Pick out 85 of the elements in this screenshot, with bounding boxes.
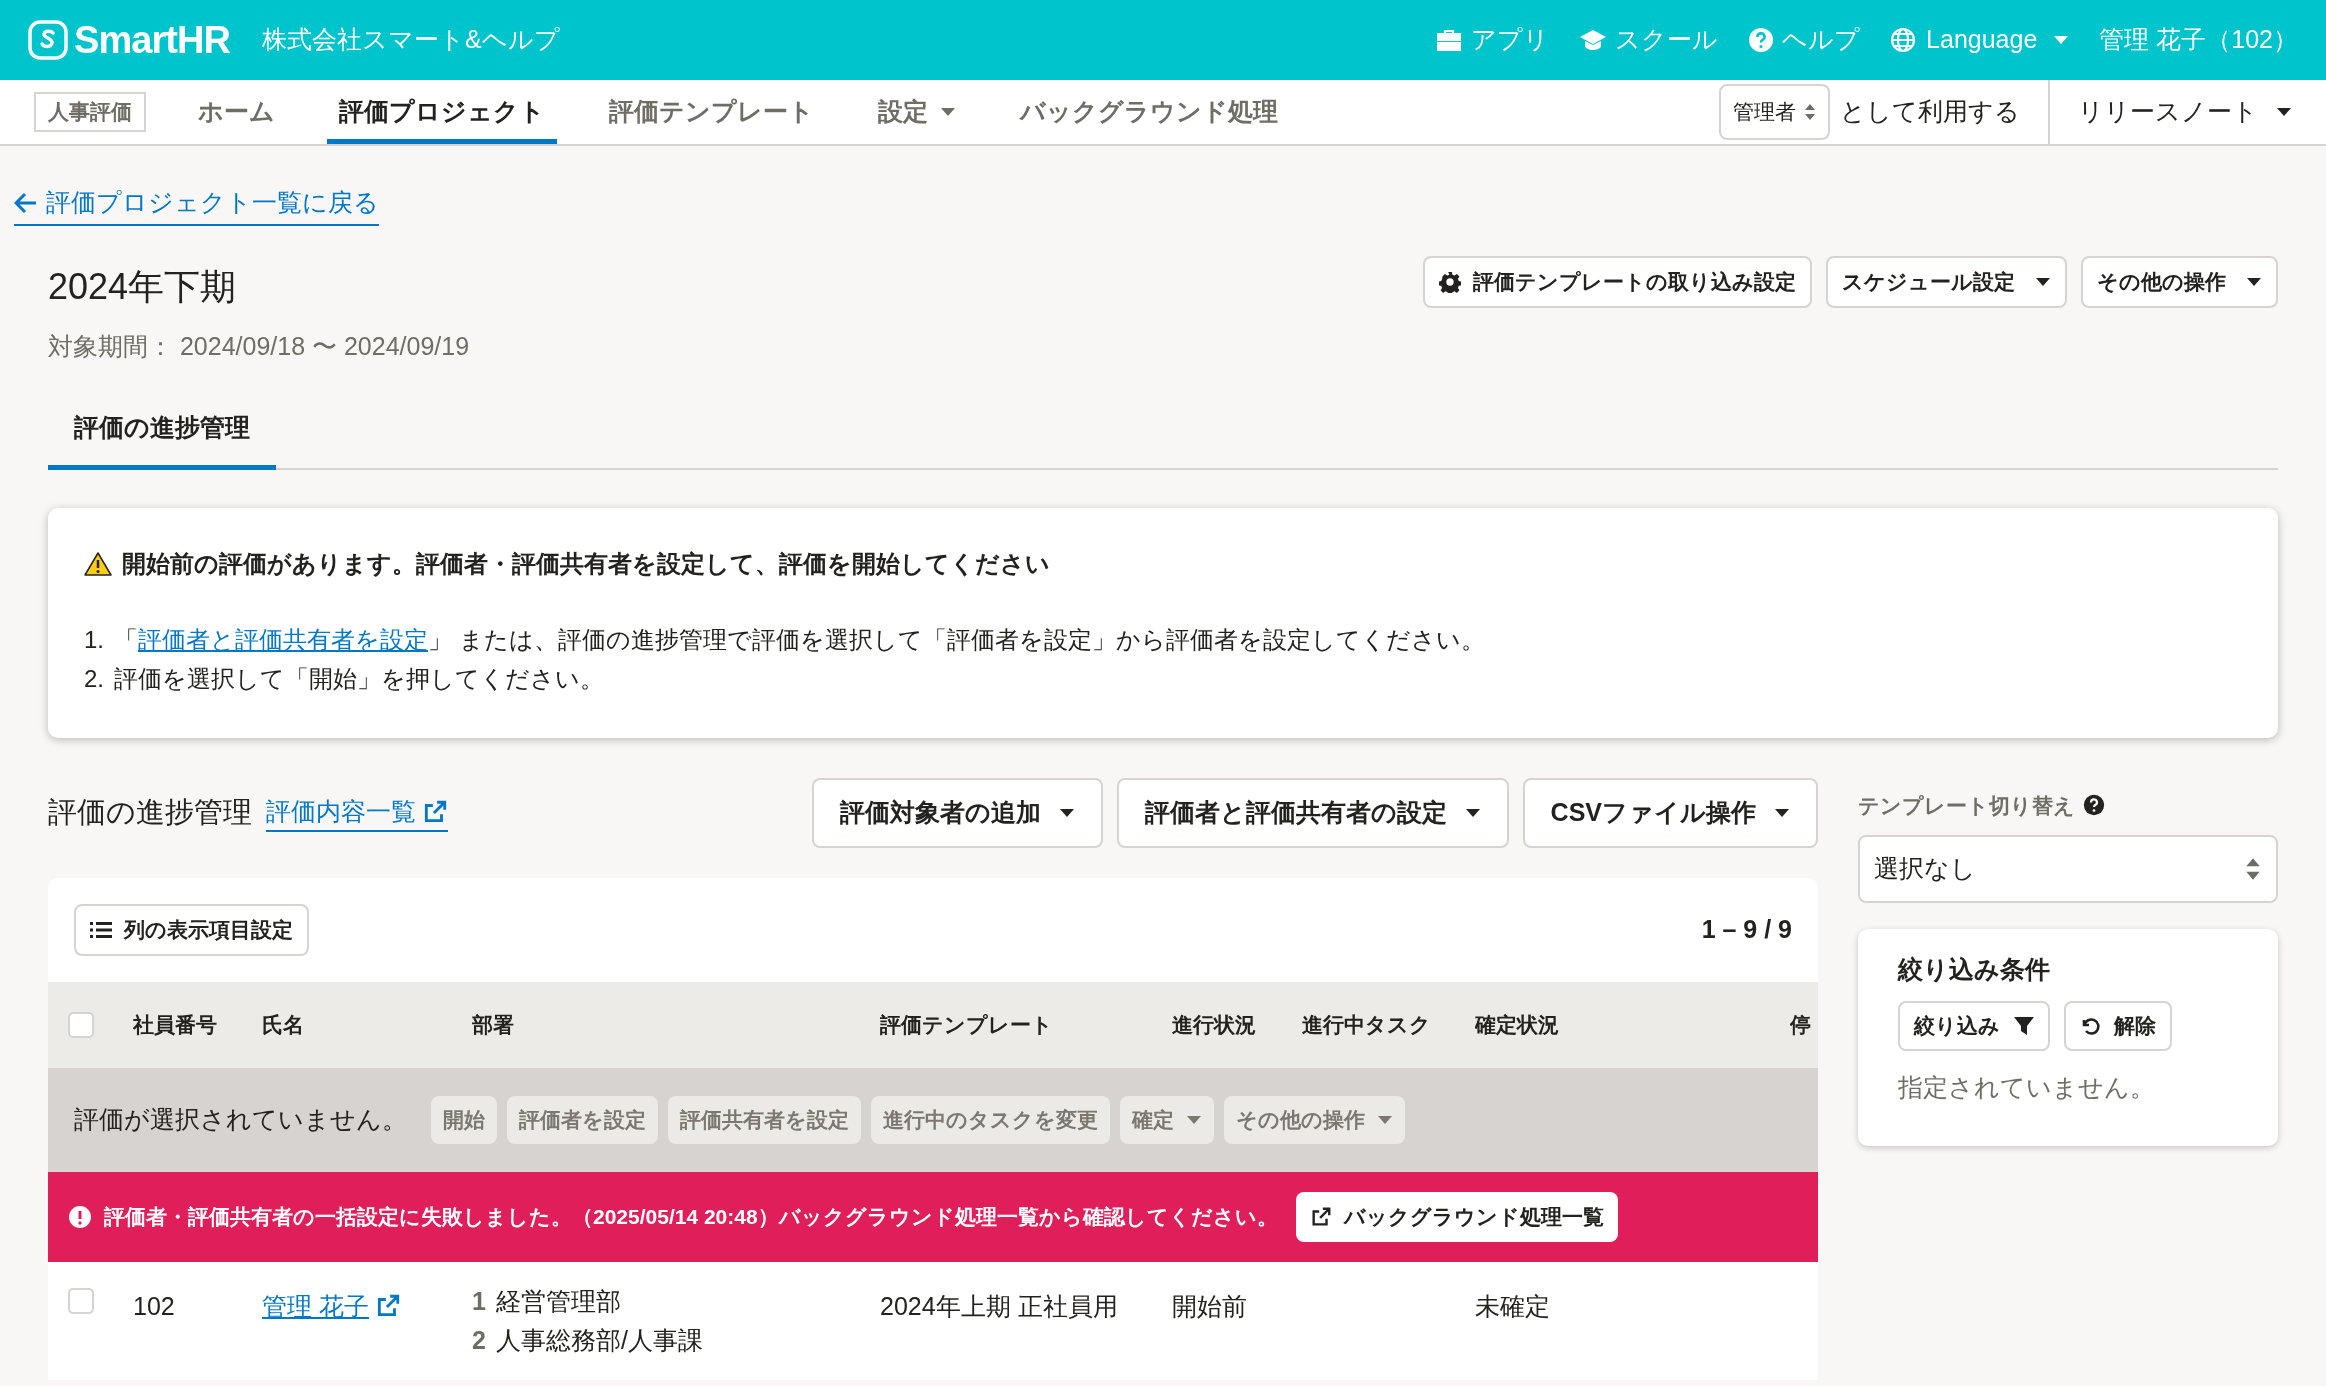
error-icon [68, 1204, 92, 1229]
column-header: 社員番号 [133, 1011, 218, 1038]
checkbox[interactable] [68, 1011, 94, 1038]
nav-tab[interactable]: バックグラウンド処理 [1008, 80, 1290, 144]
inline-link[interactable]: 評価者と評価共有者を設定 [138, 625, 428, 653]
gear-icon [1439, 270, 1461, 293]
release-notes-menu[interactable]: リリースノート [2078, 93, 2292, 131]
background-jobs-button[interactable]: バックグラウンド処理一覧 [1295, 1191, 1618, 1242]
filter-empty-text: 指定されていません。 [1898, 1071, 2156, 1103]
column-header: 進行中タスク [1302, 1011, 1432, 1038]
table-cell-text: 102 [133, 1290, 176, 1322]
back-link[interactable]: 評価プロジェクト一覧に戻る [14, 184, 379, 226]
help-icon [1748, 27, 1775, 53]
nav-tab[interactable]: 設定 [866, 80, 968, 144]
column-header: 進行状況 [1172, 1011, 1257, 1038]
logo-icon [28, 20, 68, 60]
filter-title: 絞り込み条件 [1898, 954, 2051, 985]
column-header: 評価テンプレート [880, 1011, 1054, 1038]
caret-icon [2246, 276, 2262, 287]
content-list-link[interactable]: 評価内容一覧 [266, 792, 448, 833]
section-title: 評価の進捗管理 [48, 794, 252, 830]
caret-icon [1464, 807, 1481, 818]
period-text: 対象期間： 2024/09/18 〜 2024/09/19 [48, 330, 470, 362]
table-cell-text: 2024年上期 正社員用 [880, 1290, 1119, 1322]
warning-title: 開始前の評価があります。評価者・評価共有者を設定して、評価を開始してください [122, 548, 1050, 579]
nav-tab[interactable]: ホーム [186, 80, 287, 144]
caret-icon [1377, 1114, 1393, 1125]
action-button[interactable]: 評価テンプレートの取り込み設定 [1423, 255, 1812, 308]
warning-icon [84, 550, 112, 577]
graduation-cap-icon [1579, 29, 1608, 51]
role-select[interactable]: 管理者 [1719, 84, 1830, 140]
company-name: 株式会社スマート&ヘルプ [261, 24, 560, 56]
caret-icon [1058, 807, 1075, 818]
help-icon [2083, 794, 2105, 817]
step-number: 2. [84, 663, 105, 694]
dropdown-button[interactable]: 評価対象者の追加 [811, 777, 1103, 848]
error-message: 評価者・評価共有者の一括設定に失敗しました。（2025/05/14 20:48）バックグラウンド処理一覧から確認してください。 [104, 1203, 1278, 1230]
column-header: 停 [1790, 1011, 1812, 1038]
pagination-count: 1 – 9 / 9 [1701, 913, 1792, 945]
caret-icon [2035, 276, 2051, 287]
nav-tab[interactable]: 評価テンプレート [597, 80, 826, 144]
action-button[interactable]: スケジュール設定 [1826, 255, 2067, 308]
column-header: 氏名 [262, 1011, 305, 1038]
filter-icon [2014, 1015, 2034, 1036]
app-badge: 人事評価 [34, 92, 146, 132]
external-link-icon [1309, 1205, 1332, 1228]
step-text: 「評価者と評価共有者を設定」 または、評価の進捗管理で評価を選択して「評価者を設定」から評価者を設定してください。 [114, 624, 1485, 655]
globe-icon [1890, 27, 1917, 53]
undo-icon [2080, 1015, 2100, 1036]
nav-tab[interactable]: 評価プロジェクト [327, 80, 557, 144]
column-settings-button[interactable]: 列の表示項目設定 [74, 903, 309, 956]
template-select[interactable]: 選択なし [1858, 835, 2278, 903]
employee-link[interactable]: 管理 花子 [262, 1287, 401, 1325]
template-switch-label: テンプレート切り替え [1858, 792, 2075, 819]
toolbox-icon [1435, 28, 1464, 52]
step-number: 1. [84, 624, 105, 655]
action-button[interactable]: その他の操作 [2081, 255, 2278, 308]
column-header: 部署 [472, 1011, 515, 1038]
page-tab[interactable]: 評価の進捗管理 [48, 409, 276, 470]
department-number: 1 [472, 1285, 486, 1317]
sort-icon [1804, 103, 1816, 121]
caret-icon [2276, 107, 2292, 117]
dropdown-button[interactable]: 評価者と評価共有者の設定 [1116, 777, 1509, 848]
column-header: 確定状況 [1475, 1011, 1560, 1038]
table-cell-text: 開始前 [1172, 1290, 1248, 1322]
checkbox[interactable] [68, 1287, 94, 1314]
dropdown-button[interactable]: CSVファイル操作 [1522, 777, 1818, 848]
filter-button[interactable]: 絞り込み [1898, 1000, 2050, 1051]
caret-icon [1186, 1114, 1202, 1125]
table-cell-text: 未確定 [1475, 1290, 1551, 1322]
selection-status: 評価が選択されていません。 [74, 1103, 407, 1135]
clear-button[interactable]: 解除 [2064, 1000, 2172, 1051]
caret-icon [2053, 35, 2070, 45]
role-suffix: として利用する [1840, 96, 2020, 128]
external-link-icon [422, 798, 448, 825]
caret-icon [940, 107, 956, 117]
caret-icon [1774, 807, 1790, 818]
arrow-left-icon [14, 191, 38, 214]
sort-icon [2244, 857, 2262, 881]
department-number: 2 [472, 1324, 486, 1356]
department-name: 人事総務部/人事課 [495, 1324, 703, 1356]
page-title: 2024年下期 [48, 264, 238, 309]
department-name: 経営管理部 [495, 1285, 621, 1317]
list-icon [90, 920, 112, 939]
step-text: 評価を選択して「開始」を押してください。 [114, 663, 604, 694]
